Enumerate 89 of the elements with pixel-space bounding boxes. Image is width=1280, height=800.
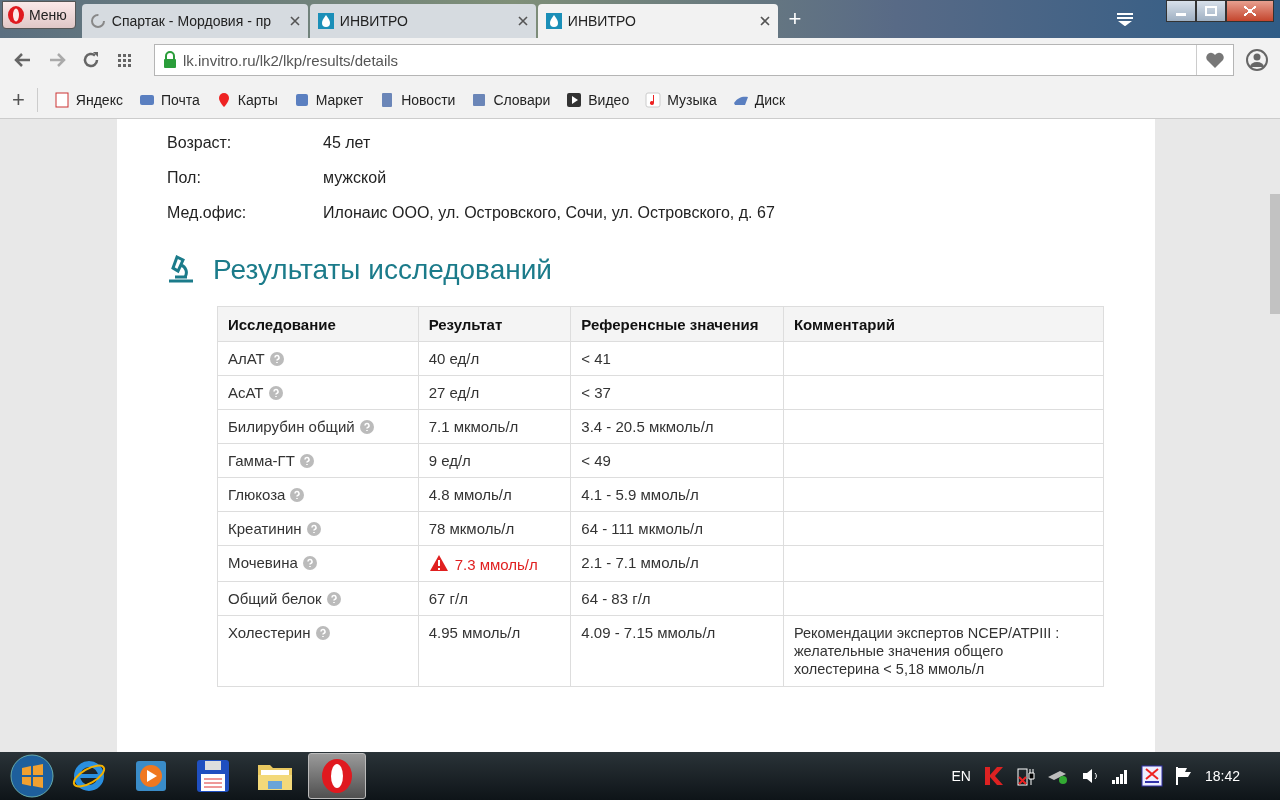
field-value: Илонаис ООО, ул. Островского, Сочи, ул. Островского, д. 67	[323, 203, 775, 222]
bookmark-icon	[471, 92, 488, 108]
bookmark-link[interactable]: Карты	[209, 92, 284, 108]
monitor-cross-icon[interactable]	[1140, 765, 1163, 787]
field-label: Мед.офис:	[167, 203, 248, 222]
table-cell: 64 - 111 мкмоль/л	[581, 520, 703, 537]
table-cell: 4.8 ммоль/л	[428, 486, 512, 503]
table-cell: < 37	[581, 384, 611, 401]
new-tab-button[interactable]: +	[779, 5, 810, 33]
language-indicator[interactable]: EN	[951, 768, 971, 784]
play-icon	[566, 92, 583, 108]
clock-time[interactable]: 18:42	[1204, 768, 1240, 784]
bookmark-link[interactable]: Яндекс	[47, 92, 129, 108]
table-cell: 2.1 - 7.1 ммоль/л	[581, 554, 699, 571]
menu-button[interactable]: Меню	[2, 1, 76, 29]
column-header: Комментарий	[783, 306, 1104, 342]
table-cell: 9 ед/л	[428, 452, 471, 469]
table-cell: Общий белок	[228, 590, 322, 607]
table-cell: Гамма-ГТ	[228, 452, 295, 469]
table-cell: 64 - 83 г/л	[581, 590, 651, 607]
field-label: Возраст:	[167, 133, 233, 152]
address-field[interactable]: lk.invitro.ru/lk2/lkp/results/details	[154, 44, 1234, 76]
bookmark-link[interactable]: Диск	[726, 92, 792, 108]
music-note-icon	[645, 92, 662, 108]
table-cell: 67 г/л	[428, 590, 468, 607]
field-label: Пол:	[167, 168, 202, 187]
table-cell: 78 мкмоль/л	[428, 520, 515, 537]
k-shield-icon[interactable]	[982, 765, 1005, 787]
browser-tab[interactable]: Спартак - Мордовия - пр	[81, 4, 308, 38]
table-cell: < 49	[581, 452, 611, 469]
field-value: мужской	[323, 168, 387, 187]
bookmark-link[interactable]: Словари	[465, 92, 557, 108]
bookmark-icon	[293, 92, 310, 108]
opera-o-icon	[320, 758, 354, 794]
bookmark-link[interactable]: Видео	[560, 92, 636, 108]
table-cell: Мочевина	[228, 554, 298, 571]
column-header: Результат	[418, 306, 571, 342]
minimize-button[interactable]	[1166, 0, 1196, 22]
section-title: Результаты исследований	[213, 254, 552, 286]
add-bookmark-button[interactable]: +	[12, 88, 38, 112]
start-button-icon[interactable]	[8, 752, 56, 800]
media-player-icon	[134, 759, 168, 793]
column-header: Исследование	[217, 306, 419, 342]
table-cell: < 41	[581, 350, 611, 367]
close-icon[interactable]	[289, 16, 300, 26]
table-cell: 7.3 ммоль/л	[454, 556, 538, 573]
table-cell: Креатинин	[228, 520, 302, 537]
scrollbar-thumb[interactable]	[1270, 194, 1280, 314]
table-cell: 4.1 - 5.9 ммоль/л	[581, 486, 699, 503]
flag-icon[interactable]	[1174, 766, 1193, 786]
bookmark-icon	[53, 92, 70, 108]
field-value: 45 лет	[323, 133, 371, 152]
table-cell: Холестерин	[228, 624, 311, 641]
table-cell: АсАТ	[228, 384, 264, 401]
drop-icon	[317, 13, 334, 29]
table-cell: 3.4 - 20.5 мкмоль/л	[581, 418, 714, 435]
loading-spinner-icon	[89, 13, 106, 29]
taskbar-button[interactable]	[308, 753, 366, 799]
table-cell: 27 ед/л	[428, 384, 480, 401]
lock-icon	[163, 51, 177, 69]
table-cell: 4.95 ммоль/л	[428, 624, 521, 641]
table-cell: Глюкоза	[228, 486, 286, 503]
close-icon[interactable]	[759, 16, 770, 26]
bookmark-link[interactable]: Музыка	[639, 92, 723, 108]
drop-icon	[545, 13, 562, 29]
browser-tab[interactable]: ИНВИТРО	[537, 4, 778, 38]
user-icon[interactable]	[1246, 49, 1268, 71]
envelope-icon	[138, 92, 155, 108]
heart-icon[interactable]	[1205, 51, 1225, 69]
close-button[interactable]	[1226, 0, 1274, 22]
browser-tab[interactable]: ИНВИТРО	[309, 4, 536, 38]
tab-menu-icon[interactable]	[1116, 12, 1134, 26]
bookmark-link[interactable]: Почта	[132, 92, 206, 108]
bookmark-link[interactable]: Новости	[373, 92, 462, 108]
microscope-icon	[167, 255, 195, 285]
table-cell: Билирубин общий	[228, 418, 355, 435]
table-cell: 7.1 мкмоль/л	[428, 418, 519, 435]
speaker-icon[interactable]	[1080, 767, 1099, 785]
opera-o-icon	[7, 5, 25, 25]
restore-button[interactable]	[1196, 0, 1226, 22]
close-icon[interactable]	[517, 16, 528, 26]
table-cell: 4.09 - 7.15 ммоль/л	[581, 624, 716, 641]
table-cell: 40 ед/л	[428, 350, 480, 367]
bookmark-link[interactable]: Маркет	[287, 92, 370, 108]
battery-plug-icon[interactable]	[1016, 765, 1035, 787]
table-cell-text: Рекомендации экспертов NCEP/ATPIII : желательные значения общего холестерина < 5,18 ммоль/л	[793, 624, 1061, 678]
column-header: Референсные значения	[570, 306, 784, 342]
table-cell: АлАТ	[228, 350, 265, 367]
signal-bars-icon[interactable]	[1110, 768, 1129, 784]
